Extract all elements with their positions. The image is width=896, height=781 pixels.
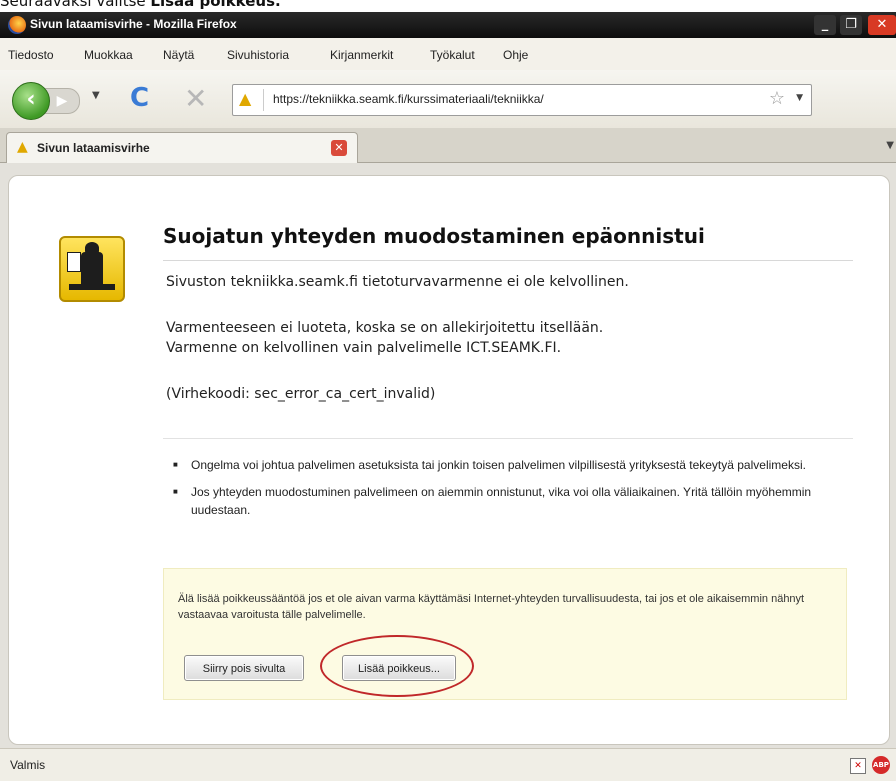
status-text: Valmis	[10, 758, 46, 772]
close-tab-icon[interactable]: ✕	[331, 140, 347, 156]
security-officer-icon	[59, 236, 125, 302]
menu-item-sivuhistoria[interactable]: Sivuhistoria	[227, 48, 289, 62]
divider	[163, 438, 853, 439]
bookmark-star-icon[interactable]: ☆	[769, 88, 785, 109]
list-item: Ongelma voi johtua palvelimen asetuksist…	[169, 456, 849, 474]
error-panel: Suojatun yhteyden muodostaminen epäonnis…	[8, 175, 890, 745]
url-text[interactable]: https://tekniikka.seamk.fi/kurssimateria…	[273, 92, 544, 106]
divider	[163, 260, 853, 261]
tab-strip: ▲ Sivun lataamisvirhe ✕ ▼	[0, 128, 896, 163]
close-window-button[interactable]: ✕	[868, 15, 896, 35]
navigation-toolbar: ▶ ‹ ▼ C ✕ ▲ https://tekniikka.seamk.fi/k…	[0, 70, 896, 129]
tab-label: Sivun lataamisvirhe	[37, 141, 150, 155]
menu-item-nayta[interactable]: Näytä	[163, 48, 194, 62]
menu-item-kirjanmerkit[interactable]: Kirjanmerkit	[330, 48, 393, 62]
url-dropdown-icon[interactable]: ▼	[796, 93, 803, 103]
caption-prefix: Seuraavaksi valitse	[0, 0, 151, 10]
maximize-button[interactable]: ❐	[840, 15, 862, 35]
url-bar[interactable]: ▲ https://tekniikka.seamk.fi/kurssimater…	[232, 84, 812, 116]
caption: Seuraavaksi valitse Lisää poikkeus.	[0, 0, 281, 12]
popup-blocker-icon[interactable]: ✕	[850, 758, 866, 774]
error-line-3: Varmenne on kelvollinen vain palvelimell…	[166, 340, 562, 356]
adblock-icon[interactable]: ABP	[872, 756, 890, 774]
firefox-logo-icon	[8, 16, 26, 34]
caption-bold: Lisää poikkeus.	[150, 0, 281, 10]
error-line-1: Sivuston tekniikka.seamk.fi tietoturvava…	[166, 274, 629, 290]
menu-item-tyokalut[interactable]: Työkalut	[430, 48, 475, 62]
window-title: Sivun lataamisvirhe - Mozilla Firefox	[30, 17, 237, 31]
stop-icon[interactable]: ✕	[184, 82, 207, 115]
warning-icon: ▲	[17, 139, 28, 155]
reload-icon[interactable]: C	[130, 83, 149, 113]
minimize-button[interactable]: _	[814, 15, 836, 35]
history-dropdown-icon[interactable]: ▼	[92, 90, 100, 101]
page-content: Suojatun yhteyden muodostaminen epäonnis…	[0, 163, 896, 748]
window-titlebar: Sivun lataamisvirhe - Mozilla Firefox _ …	[0, 12, 896, 38]
warning-box: Älä lisää poikkeussääntöä jos et ole aiv…	[163, 568, 847, 700]
warning-text: Älä lisää poikkeussääntöä jos et ole aiv…	[178, 593, 805, 621]
list-item: Jos yhteyden muodostuminen palvelimeen o…	[169, 483, 849, 519]
error-code: (Virhekoodi: sec_error_ca_cert_invalid)	[166, 386, 436, 402]
status-bar: Valmis ✕ ABP	[0, 748, 896, 781]
leave-page-button[interactable]: Siirry pois sivulta	[184, 655, 304, 681]
url-separator	[263, 89, 264, 111]
menu-bar: Tiedosto Muokkaa Näytä Sivuhistoria Kirj…	[0, 38, 896, 71]
error-bullets: Ongelma voi johtua palvelimen asetuksist…	[169, 456, 849, 528]
error-line-2: Varmenteeseen ei luoteta, koska se on al…	[166, 320, 604, 336]
error-title: Suojatun yhteyden muodostaminen epäonnis…	[163, 224, 705, 248]
menu-item-muokkaa[interactable]: Muokkaa	[84, 48, 133, 62]
back-button[interactable]: ‹	[12, 82, 50, 120]
menu-item-ohje[interactable]: Ohje	[503, 48, 528, 62]
warning-icon: ▲	[239, 89, 252, 108]
highlight-circle	[320, 635, 474, 697]
tab-load-error[interactable]: ▲ Sivun lataamisvirhe ✕	[6, 132, 358, 163]
tab-list-icon[interactable]: ▼	[886, 140, 894, 151]
menu-item-tiedosto[interactable]: Tiedosto	[8, 48, 54, 62]
